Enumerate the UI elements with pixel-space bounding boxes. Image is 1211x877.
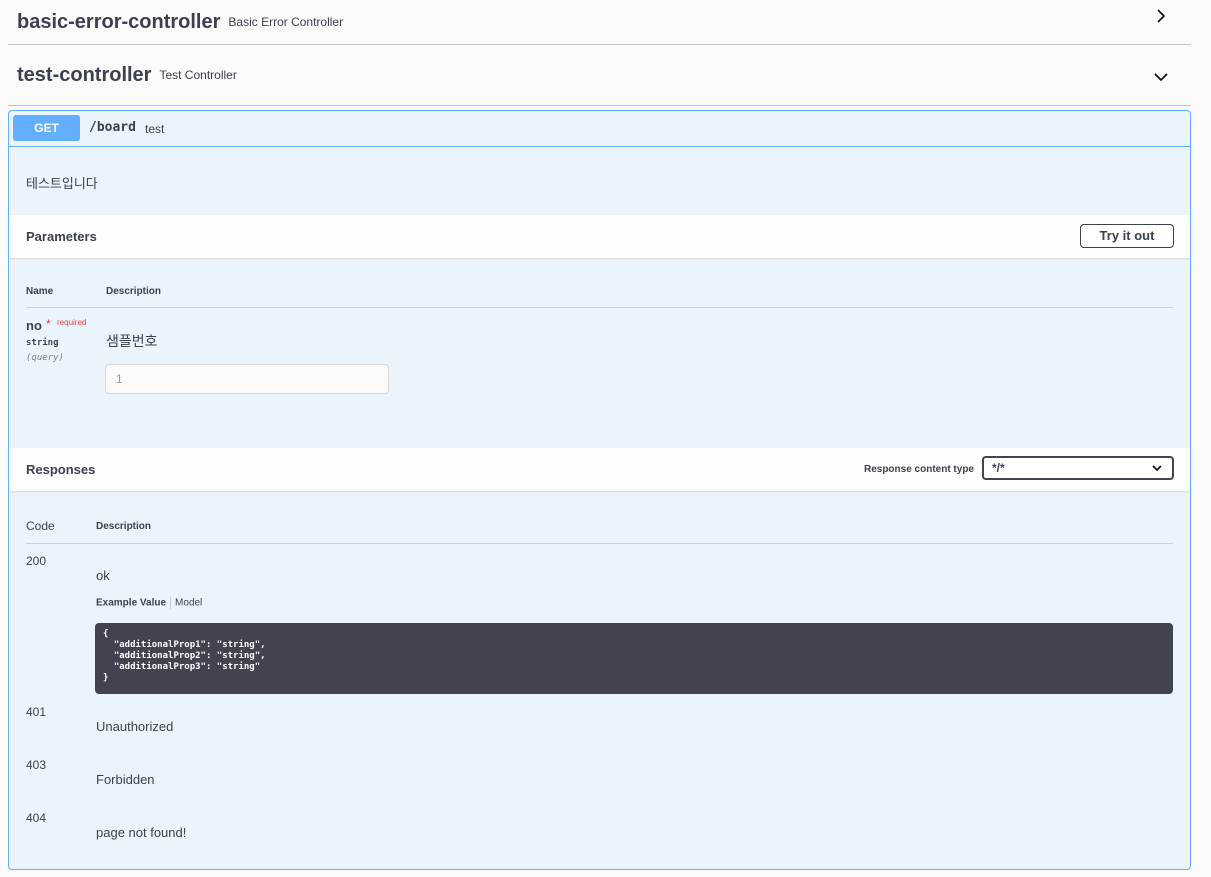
operation-description: 테스트입니다 bbox=[26, 176, 98, 191]
param-no-input[interactable]: 1 bbox=[105, 364, 389, 394]
response-col-description: Description bbox=[96, 521, 152, 532]
code-line: "additionalProp2": "string", bbox=[103, 651, 266, 661]
response-code: 200 bbox=[26, 554, 47, 568]
response-description: ok bbox=[96, 568, 110, 583]
code-line: "additionalProp3": "string" bbox=[103, 662, 261, 672]
response-code: 403 bbox=[26, 758, 47, 772]
method-badge: GET bbox=[13, 115, 80, 141]
param-description: 샘플번호 bbox=[106, 333, 158, 349]
operation-path: /board bbox=[89, 120, 136, 135]
tag-test-controller[interactable]: test-controller Test Controller bbox=[8, 45, 1191, 106]
parameters-title: Parameters bbox=[26, 229, 97, 244]
response-code: 401 bbox=[26, 705, 47, 719]
operation-get-board: GET /board test 테스트입니다 Parameters Try it… bbox=[8, 110, 1191, 870]
response-description: Forbidden bbox=[96, 772, 155, 787]
content-type-select[interactable]: */* bbox=[982, 456, 1174, 480]
content-type-label: Response content type bbox=[863, 464, 974, 475]
code-line: { bbox=[103, 629, 109, 639]
tag-name: basic-error-controller bbox=[17, 10, 221, 33]
example-model-tabs: Example Value Model bbox=[96, 597, 202, 609]
tag-name: test-controller bbox=[17, 63, 152, 86]
required-label: required bbox=[57, 318, 87, 327]
try-it-out-button[interactable]: Try it out bbox=[1080, 224, 1174, 248]
chevron-down-icon[interactable] bbox=[1153, 69, 1169, 85]
responses-header: Responses Response content type */* bbox=[9, 448, 1190, 491]
chevron-down-icon bbox=[1152, 465, 1162, 472]
required-star: * bbox=[46, 317, 51, 331]
response-code: 404 bbox=[26, 811, 47, 825]
response-description: page not found! bbox=[96, 825, 187, 840]
tab-separator bbox=[170, 597, 172, 609]
param-col-name: Name bbox=[26, 286, 54, 297]
chevron-right-icon[interactable] bbox=[1153, 8, 1169, 24]
operation-summary[interactable]: GET /board test bbox=[9, 111, 1190, 147]
content-type-value: */* bbox=[992, 461, 1005, 475]
param-col-description: Description bbox=[106, 286, 162, 297]
tag-description: Basic Error Controller bbox=[228, 15, 344, 29]
tag-description: Test Controller bbox=[159, 68, 237, 82]
responses-title: Responses bbox=[26, 462, 96, 477]
example-value-code: { "additionalProp1": "string", "addition… bbox=[95, 623, 1173, 694]
operation-summary-text: test bbox=[145, 122, 165, 136]
parameters-header: Parameters Try it out bbox=[9, 215, 1190, 258]
code-line: } bbox=[103, 673, 109, 683]
tag-basic-error-controller[interactable]: basic-error-controller Basic Error Contr… bbox=[8, 0, 1191, 45]
param-location: (query) bbox=[26, 353, 64, 363]
example-value-tab[interactable]: Example Value bbox=[96, 598, 166, 609]
response-description: Unauthorized bbox=[96, 719, 174, 734]
param-type: string bbox=[26, 338, 59, 348]
param-name: no bbox=[26, 318, 42, 333]
divider bbox=[26, 307, 1173, 308]
response-col-code: Code bbox=[26, 519, 55, 533]
model-tab[interactable]: Model bbox=[175, 598, 202, 609]
code-line: "additionalProp1": "string", bbox=[103, 640, 266, 650]
divider bbox=[26, 543, 1173, 544]
